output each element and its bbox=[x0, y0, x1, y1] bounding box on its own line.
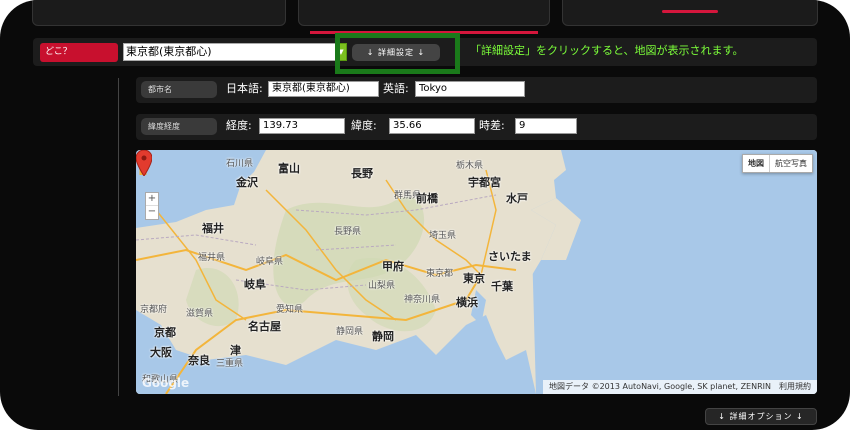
location-select-value: 東京都(東京都心) bbox=[126, 45, 212, 58]
map-label: 岐阜県 bbox=[256, 257, 284, 267]
map-label: 京都府 bbox=[140, 305, 168, 315]
map-label: 福井 bbox=[202, 222, 224, 235]
ja-label: 日本語: bbox=[226, 82, 263, 95]
map-label: 奈良 bbox=[188, 354, 210, 367]
tab-1[interactable] bbox=[32, 0, 286, 26]
map-label: 東京 bbox=[463, 272, 485, 285]
map-label: 千葉 bbox=[491, 280, 513, 293]
map-label: 山梨県 bbox=[368, 281, 396, 291]
location-label: どこ？ bbox=[40, 43, 118, 62]
lon-input[interactable]: 139.73 bbox=[259, 118, 345, 134]
map-label: 京都 bbox=[154, 326, 176, 339]
lon-label: 経度: bbox=[226, 119, 252, 132]
location-select[interactable]: 東京都(東京都心) ▼ bbox=[123, 43, 347, 61]
map-label: 岐阜 bbox=[244, 278, 266, 291]
map-label: 滋賀県 bbox=[186, 309, 214, 319]
map-label: 富山 bbox=[278, 162, 300, 175]
map-label: 神奈川県 bbox=[404, 295, 441, 305]
tz-input[interactable]: 9 bbox=[515, 118, 577, 134]
map-label: 金沢 bbox=[236, 176, 258, 189]
map-type-control: 地図 航空写真 bbox=[742, 154, 813, 173]
app-frame: どこ？ 東京都(東京都心) ▼ ↓ 詳細設定 ↓ 「詳細設定」をクリックすると、… bbox=[0, 0, 850, 430]
map-label: 埼玉県 bbox=[429, 231, 457, 241]
map-attribution[interactable]: 地図データ ©2013 AutoNavi, Google, SK planet,… bbox=[543, 380, 817, 394]
detail-settings-button[interactable]: ↓ 詳細設定 ↓ bbox=[352, 44, 440, 61]
map-label: 静岡 bbox=[372, 330, 394, 343]
map-label: 長野 bbox=[351, 167, 373, 180]
lat-input[interactable]: 35.66 bbox=[389, 118, 475, 134]
map-label: 愛知県 bbox=[276, 305, 304, 315]
divider bbox=[118, 78, 119, 396]
map-label: 甲府 bbox=[382, 260, 404, 273]
tz-label: 時差: bbox=[479, 119, 505, 132]
map-label: 宇都宮 bbox=[468, 176, 501, 189]
map-view[interactable]: 石川県 富山 金沢 長野 群馬県 前橋 栃木県 宇都宮 水戸 福井 長野県 埼玉… bbox=[136, 150, 817, 394]
map-label: 横浜 bbox=[456, 296, 478, 309]
ja-name-input[interactable]: 東京都(東京都心) bbox=[268, 81, 379, 97]
lat-label: 緯度: bbox=[351, 119, 377, 132]
zoom-in-button[interactable]: + bbox=[146, 193, 158, 206]
tab-3[interactable] bbox=[562, 0, 818, 26]
map-label: 福井県 bbox=[198, 253, 226, 263]
hint-text: 「詳細設定」をクリックすると、地図が表示されます。 bbox=[470, 44, 744, 57]
map-type-satellite-button[interactable]: 航空写真 bbox=[770, 155, 812, 172]
map-label: 大阪 bbox=[150, 346, 172, 359]
map-label: 水戸 bbox=[506, 192, 528, 205]
map-label: 三重県 bbox=[216, 359, 244, 369]
zoom-control: + − bbox=[145, 192, 159, 220]
map-label: 石川県 bbox=[226, 159, 254, 169]
map-label: 静岡県 bbox=[336, 327, 364, 337]
city-row-label: 都市名 bbox=[141, 81, 217, 98]
map-label: さいたま bbox=[488, 250, 532, 263]
coord-row-label: 緯度経度 bbox=[141, 118, 217, 135]
zoom-out-button[interactable]: − bbox=[146, 206, 158, 219]
tab-indicator bbox=[662, 10, 718, 13]
google-logo: Google bbox=[142, 376, 190, 390]
location-marker-icon[interactable] bbox=[136, 150, 152, 176]
map-type-map-button[interactable]: 地図 bbox=[743, 155, 770, 172]
en-label: 英語: bbox=[383, 82, 409, 95]
tab-2[interactable] bbox=[298, 0, 550, 26]
map-label: 栃木県 bbox=[456, 161, 484, 171]
map-label: 前橋 bbox=[416, 192, 438, 205]
map-label: 長野県 bbox=[334, 227, 362, 237]
en-name-input[interactable]: Tokyo bbox=[415, 81, 525, 97]
map-label: 東京都 bbox=[426, 269, 454, 279]
map-label: 名古屋 bbox=[248, 320, 281, 333]
detail-options-button[interactable]: ↓ 詳細オプション ↓ bbox=[705, 408, 817, 425]
